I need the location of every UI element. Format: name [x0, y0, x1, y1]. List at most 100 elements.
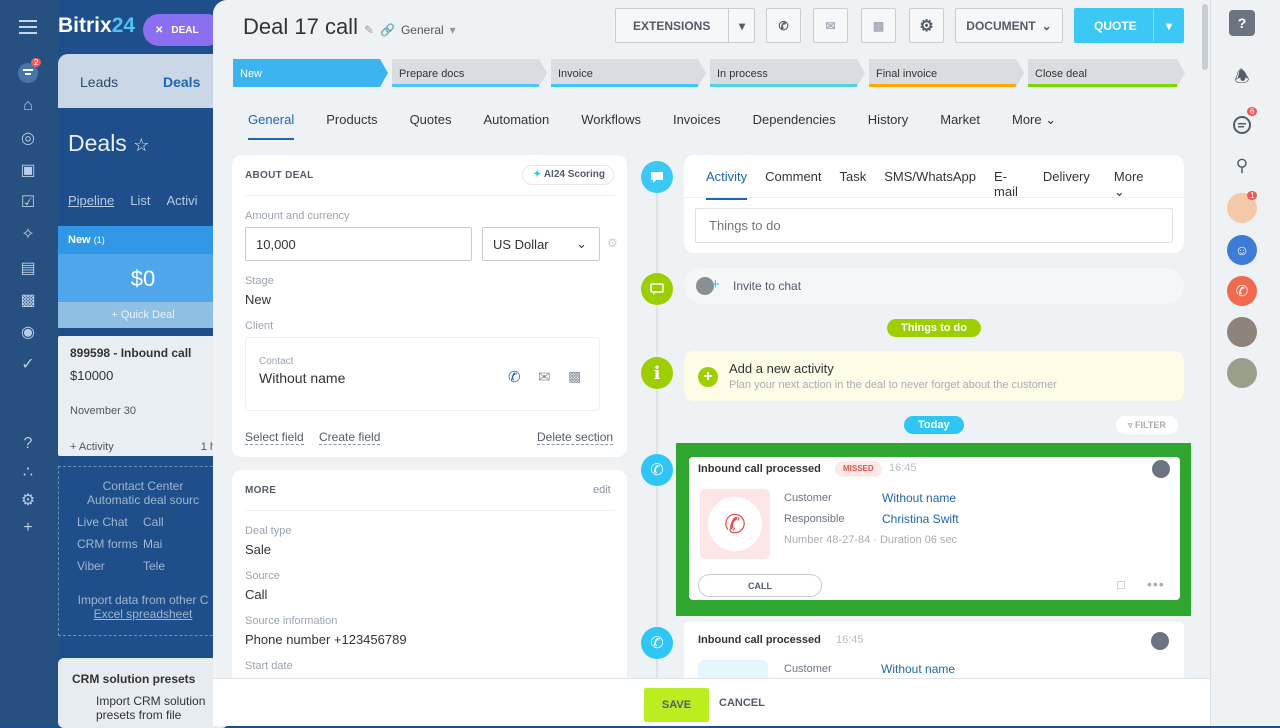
select-field-link[interactable]: Select field	[245, 430, 304, 445]
search-icon[interactable]: ⚲	[1227, 151, 1257, 181]
tab-email[interactable]: E-mail	[994, 169, 1025, 200]
group-chat-icon[interactable]: ☺	[1227, 235, 1257, 265]
cancel-button[interactable]: CANCEL	[719, 697, 765, 709]
add-icon[interactable]: +	[698, 367, 718, 387]
close-icon[interactable]: ✕	[155, 25, 163, 36]
scrollbar-thumb[interactable]	[1202, 4, 1208, 70]
avatar[interactable]	[1227, 358, 1257, 388]
stage-invoice[interactable]: Invoice	[551, 59, 706, 87]
edit-link[interactable]: edit	[593, 484, 611, 496]
database-icon[interactable]: ◉	[17, 321, 39, 343]
tab-history[interactable]: History	[868, 112, 908, 140]
stage-in-process[interactable]: In process	[710, 59, 865, 87]
mail-icon[interactable]: ✉	[538, 368, 551, 386]
settings-button[interactable]: ⚙	[909, 8, 944, 43]
avatar[interactable]	[1151, 632, 1169, 650]
gear-icon[interactable]: ⚙	[607, 236, 618, 250]
tab-sms-whatsapp[interactable]: SMS/WhatsApp	[884, 169, 976, 200]
stage-final-invoice[interactable]: Final invoice	[869, 59, 1024, 87]
menu-icon[interactable]	[17, 16, 39, 38]
tab-delivery[interactable]: Delivery	[1043, 169, 1090, 200]
cart-icon[interactable]: ▣	[17, 159, 39, 181]
check-circle-icon[interactable]: ✓	[17, 353, 39, 375]
phone-icon[interactable]: ✆	[508, 368, 521, 386]
crm-forms-item[interactable]: CRM forms	[77, 537, 143, 551]
edit-icon[interactable]: ✎	[364, 23, 374, 37]
deal-chip[interactable]: ✕ DEAL	[143, 14, 223, 46]
phone-button[interactable]: ✆	[766, 8, 801, 43]
deal-title[interactable]: Deal 17 call	[243, 14, 358, 40]
avatar[interactable]	[1227, 317, 1257, 347]
tab-more[interactable]: More ⌄	[1012, 112, 1056, 140]
extensions-button[interactable]: EXTENSIONS ▾	[615, 8, 755, 43]
tab-quotes[interactable]: Quotes	[410, 112, 452, 140]
add-activity-link[interactable]: + Activity	[70, 441, 114, 453]
filter-button[interactable]: ▿ FILTER	[1116, 416, 1178, 434]
live-chat-item[interactable]: Live Chat	[77, 515, 143, 529]
currency-select[interactable]: US Dollar ⌄	[482, 227, 600, 261]
customer-link[interactable]: Without name	[882, 491, 956, 505]
home-icon[interactable]: ⌂	[17, 95, 39, 117]
telegram-item[interactable]: Tele	[143, 559, 209, 573]
quick-deal-button[interactable]: + Quick Deal	[58, 302, 228, 328]
ai-scoring-button[interactable]: ✦ AI24 Scoring	[522, 165, 614, 185]
checkbox-icon[interactable]: ☑	[17, 191, 39, 213]
chat-icon[interactable]: 6	[1227, 107, 1258, 140]
responsible-link[interactable]: Christina Swift	[882, 512, 959, 526]
contact-name[interactable]: Without name	[259, 370, 345, 386]
chat-button[interactable]: ▩	[861, 8, 896, 43]
sitemap-icon[interactable]: ∴	[17, 461, 39, 483]
tab-market[interactable]: Market	[940, 112, 980, 140]
call-button[interactable]: CALL	[698, 574, 822, 597]
document-button[interactable]: DOCUMENT ⌄	[955, 8, 1063, 43]
chevron-down-icon[interactable]: ▾	[450, 23, 456, 37]
stage-new[interactable]: New	[233, 59, 388, 87]
invite-to-chat-bar[interactable]: + Invite to chat	[684, 268, 1184, 304]
delete-section-link[interactable]: Delete section	[537, 430, 614, 445]
source-value[interactable]: Call	[245, 587, 267, 602]
settings-icon[interactable]: ⚙	[17, 489, 39, 511]
amount-input[interactable]: 10,000	[245, 227, 472, 261]
robot-icon[interactable]: ▩	[17, 289, 39, 311]
import-line-2[interactable]: Excel spreadsheet	[59, 607, 227, 621]
target-icon[interactable]: ◎	[17, 127, 39, 149]
tab-task[interactable]: Task	[840, 169, 867, 200]
contact-card-icon[interactable]: ▤	[17, 257, 39, 279]
viber-item[interactable]: Viber	[77, 559, 143, 573]
stage-prepare-docs[interactable]: Prepare docs	[392, 59, 547, 87]
call-item[interactable]: Call	[143, 515, 209, 529]
tab-activity[interactable]: Activity	[706, 169, 748, 200]
deal-category[interactable]: General	[401, 23, 444, 37]
tab-dependencies[interactable]: Dependencies	[753, 112, 836, 140]
more-dots-icon[interactable]: •••	[1147, 576, 1165, 592]
things-to-do-input[interactable]	[695, 208, 1173, 243]
deal-card[interactable]: 899598 - Inbound call $10000 November 30…	[58, 336, 228, 456]
tab-leads[interactable]: Leads	[80, 74, 118, 90]
presets-line-1[interactable]: Import CRM solution	[72, 694, 214, 708]
mail-button[interactable]: ✉	[813, 8, 848, 43]
mail-item[interactable]: Mai	[143, 537, 209, 551]
tab-workflows[interactable]: Workflows	[581, 112, 641, 140]
plus-icon[interactable]: +	[17, 517, 39, 539]
tab-invoices[interactable]: Invoices	[673, 112, 721, 140]
deal-type-value[interactable]: Sale	[245, 542, 271, 557]
source-info-value[interactable]: Phone number +123456789	[245, 632, 407, 647]
tab-products[interactable]: Products	[326, 112, 377, 140]
stage-close-deal[interactable]: Close deal	[1028, 59, 1185, 87]
tab-more[interactable]: More ⌄	[1114, 169, 1166, 200]
quote-dropdown-icon[interactable]: ▾	[1153, 9, 1184, 42]
link-icon[interactable]: 🔗	[380, 23, 395, 37]
avatar[interactable]: 1	[1227, 191, 1258, 223]
bell-icon[interactable]: 🕭	[1227, 63, 1257, 93]
quote-button[interactable]: QUOTE ▾	[1074, 8, 1184, 43]
avatar[interactable]	[1152, 460, 1170, 478]
call-icon[interactable]: ✆	[1227, 276, 1257, 306]
scrollbar[interactable]	[1200, 0, 1210, 678]
bitrix-logo[interactable]: Bitrix24	[58, 14, 135, 38]
help-icon[interactable]: ?	[17, 433, 39, 455]
tab-comment[interactable]: Comment	[765, 169, 821, 200]
stage-field-value[interactable]: New	[245, 292, 271, 307]
tab-deals[interactable]: Deals	[163, 74, 200, 90]
customer-link[interactable]: Without name	[881, 662, 955, 676]
add-activity-card[interactable]: + Add a new activity Plan your next acti…	[684, 351, 1184, 401]
